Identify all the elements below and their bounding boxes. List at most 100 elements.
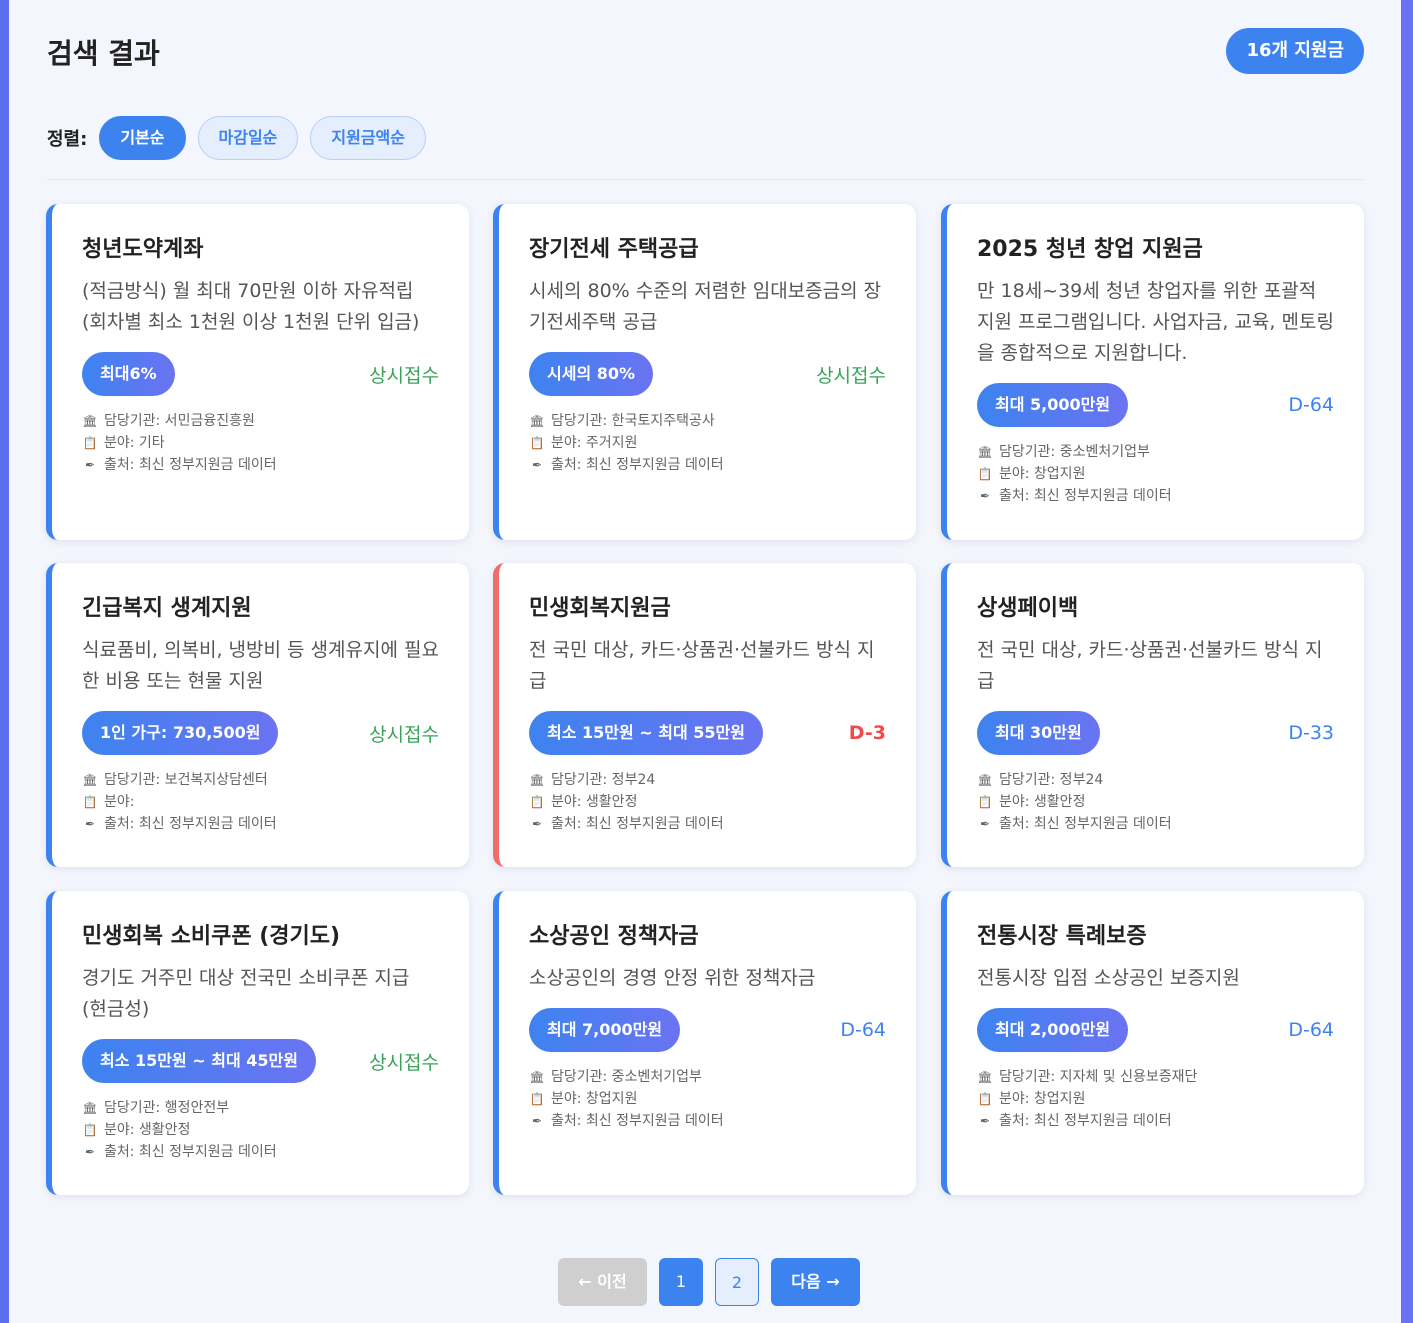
results-header: 검색 결과 16개 지원금 [47, 28, 1364, 74]
bank-icon: 🏛 [82, 414, 98, 428]
amount-badge: 최대 5,000만원 [977, 383, 1129, 427]
next-page-button[interactable]: 다음 → [771, 1258, 860, 1306]
pen-icon: ✒ [84, 817, 96, 831]
pen-icon: ✒ [531, 817, 543, 831]
amount-badge: 최소 15만원 ~ 최대 45만원 [82, 1039, 316, 1083]
sort-amount-button[interactable]: 지원금액순 [310, 116, 426, 160]
bank-icon: 🏛 [82, 1101, 98, 1115]
card-title: 장기전세 주택공급 [529, 237, 699, 262]
clipboard-icon: 📋 [977, 795, 993, 809]
grant-card[interactable]: 상생페이백 전 국민 대상, 카드·상품권·선불카드 방식 지급 최대 30만원… [941, 563, 1364, 867]
card-title: 청년도약계좌 [82, 237, 204, 262]
sort-default-button[interactable]: 기본순 [99, 116, 186, 160]
field-text: 분야: [104, 794, 135, 810]
results-panel: 검색 결과 16개 지원금 정렬: 기본순 마감일순 지원금액순 청년도약계좌 … [9, 0, 1401, 1323]
grant-card[interactable]: 전통시장 특례보증 전통시장 입점 소상공인 보증지원 최대 2,000만원 D… [941, 891, 1364, 1195]
page-title: 검색 결과 [47, 37, 160, 70]
source-text: 출처: 최신 정부지원금 데이터 [999, 1113, 1172, 1129]
grant-card[interactable]: 청년도약계좌 (적금방식) 월 최대 70만원 이하 자유적립 (회차별 최소 … [46, 204, 469, 540]
card-title: 상생페이백 [977, 596, 1079, 621]
card-title: 긴급복지 생계지원 [82, 596, 252, 621]
result-count-badge: 16개 지원금 [1226, 28, 1364, 74]
field-text: 분야: 생활안정 [551, 794, 638, 810]
agency-text: 담당기관: 지자체 및 신용보증재단 [999, 1069, 1198, 1085]
pen-icon: ✒ [979, 817, 991, 831]
card-info: 🏛 담당기관: 서민금융진흥원 📋 분야: 기타 ✒ 출처: 최신 정부지원금 데이터 [82, 410, 439, 476]
field-text: 분야: 생활안정 [104, 1122, 191, 1138]
clipboard-icon: 📋 [977, 467, 993, 481]
source-text: 출처: 최신 정부지원금 데이터 [104, 816, 277, 832]
pen-icon: ✒ [531, 458, 543, 472]
grant-card[interactable]: 민생회복 소비쿠폰 (경기도) 경기도 거주민 대상 전국민 소비쿠폰 지급 (… [46, 891, 469, 1195]
card-info: 🏛 담당기관: 한국토지주택공사 📋 분야: 주거지원 ✒ 출처: 최신 정부지원금 … [529, 410, 886, 476]
agency-text: 담당기관: 행정안전부 [104, 1100, 230, 1116]
sort-bar: 정렬: 기본순 마감일순 지원금액순 [47, 116, 426, 160]
amount-badge: 최대 30만원 [977, 711, 1100, 755]
sort-deadline-button[interactable]: 마감일순 [197, 116, 299, 160]
card-info: 🏛 담당기관: 지자체 및 신용보증재단 📋 분야: 창업지원 ✒ 출처: 최신 정부… [977, 1066, 1334, 1132]
bank-icon: 🏛 [82, 773, 98, 787]
card-description: 식료품비, 의복비, 냉방비 등 생계유지에 필요한 비용 또는 현물 지원 [82, 639, 439, 692]
field-text: 분야: 창업지원 [999, 466, 1086, 482]
card-info: 🏛 담당기관: 중소벤처기업부 📋 분야: 창업지원 ✒ 출처: 최신 정부지원금 데… [529, 1066, 886, 1132]
bank-icon: 🏛 [977, 773, 993, 787]
grant-card[interactable]: 민생회복지원금 전 국민 대상, 카드·상품권·선불카드 방식 지급 최소 15… [493, 563, 916, 867]
pen-icon: ✒ [531, 1114, 543, 1128]
card-info: 🏛 담당기관: 보건복지상담센터 📋 분야: ✒ 출처: 최신 정부지원금 데이터 [82, 769, 439, 835]
card-description: 경기도 거주민 대상 전국민 소비쿠폰 지급 (현금성) [82, 967, 410, 1020]
card-description: 시세의 80% 수준의 저렴한 임대보증금의 장기전세주택 공급 [529, 280, 882, 333]
grant-card[interactable]: 긴급복지 생계지원 식료품비, 의복비, 냉방비 등 생계유지에 필요한 비용 … [46, 563, 469, 867]
clipboard-icon: 📋 [82, 1123, 98, 1137]
page-2-button[interactable]: 2 [715, 1258, 759, 1306]
deadline-label: 상시접수 [369, 723, 439, 746]
amount-badge: 1인 가구: 730,500원 [82, 711, 279, 755]
field-text: 분야: 창업지원 [551, 1091, 638, 1107]
grant-card[interactable]: 장기전세 주택공급 시세의 80% 수준의 저렴한 임대보증금의 장기전세주택 … [493, 204, 916, 540]
amount-badge: 최대6% [82, 352, 175, 396]
sort-label: 정렬: [47, 129, 88, 150]
amount-badge: 시세의 80% [529, 352, 654, 396]
source-text: 출처: 최신 정부지원금 데이터 [999, 816, 1172, 832]
deadline-label: D-33 [1288, 722, 1334, 744]
pen-icon: ✒ [979, 489, 991, 503]
amount-badge: 최대 2,000만원 [977, 1008, 1129, 1052]
field-text: 분야: 생활안정 [999, 794, 1086, 810]
bank-icon: 🏛 [529, 773, 545, 787]
divider [47, 179, 1364, 180]
card-description: 전 국민 대상, 카드·상품권·선불카드 방식 지급 [529, 639, 875, 692]
prev-page-button[interactable]: ← 이전 [558, 1258, 647, 1306]
card-title: 민생회복지원금 [529, 596, 671, 621]
deadline-label: 상시접수 [369, 364, 439, 387]
card-description: 전통시장 입점 소상공인 보증지원 [977, 967, 1240, 989]
card-info: 🏛 담당기관: 정부24 📋 분야: 생활안정 ✒ 출처: 최신 정부지원금 데이터 [529, 769, 886, 835]
amount-badge: 최대 7,000만원 [529, 1008, 681, 1052]
card-title: 민생회복 소비쿠폰 (경기도) [82, 924, 341, 949]
pen-icon: ✒ [979, 1114, 991, 1128]
field-text: 분야: 주거지원 [551, 435, 638, 451]
page-1-button[interactable]: 1 [659, 1258, 703, 1306]
clipboard-icon: 📋 [82, 795, 98, 809]
pen-icon: ✒ [84, 1145, 96, 1159]
field-text: 분야: 기타 [104, 435, 165, 451]
pen-icon: ✒ [84, 458, 96, 472]
amount-badge: 최소 15만원 ~ 최대 55만원 [529, 711, 763, 755]
card-title: 소상공인 정책자금 [529, 924, 699, 949]
card-description: 소상공인의 경영 안정 위한 정책자금 [529, 967, 816, 989]
source-text: 출처: 최신 정부지원금 데이터 [551, 1113, 724, 1129]
clipboard-icon: 📋 [529, 1092, 545, 1106]
grant-card[interactable]: 소상공인 정책자금 소상공인의 경영 안정 위한 정책자금 최대 7,000만원… [493, 891, 916, 1195]
grant-card[interactable]: 2025 청년 창업 지원금 만 18세~39세 청년 창업자를 위한 포괄적 … [941, 204, 1364, 540]
clipboard-icon: 📋 [82, 436, 98, 450]
source-text: 출처: 최신 정부지원금 데이터 [999, 488, 1172, 504]
deadline-label: D-64 [1288, 1019, 1334, 1041]
source-text: 출처: 최신 정부지원금 데이터 [104, 457, 277, 473]
clipboard-icon: 📋 [529, 436, 545, 450]
source-text: 출처: 최신 정부지원금 데이터 [104, 1144, 277, 1160]
card-description: 전 국민 대상, 카드·상품권·선불카드 방식 지급 [977, 639, 1323, 692]
agency-text: 담당기관: 보건복지상담센터 [104, 772, 268, 788]
agency-text: 담당기관: 중소벤처기업부 [999, 444, 1150, 460]
source-text: 출처: 최신 정부지원금 데이터 [551, 816, 724, 832]
bank-icon: 🏛 [977, 1070, 993, 1084]
deadline-label: 상시접수 [369, 1051, 439, 1074]
source-text: 출처: 최신 정부지원금 데이터 [551, 457, 724, 473]
